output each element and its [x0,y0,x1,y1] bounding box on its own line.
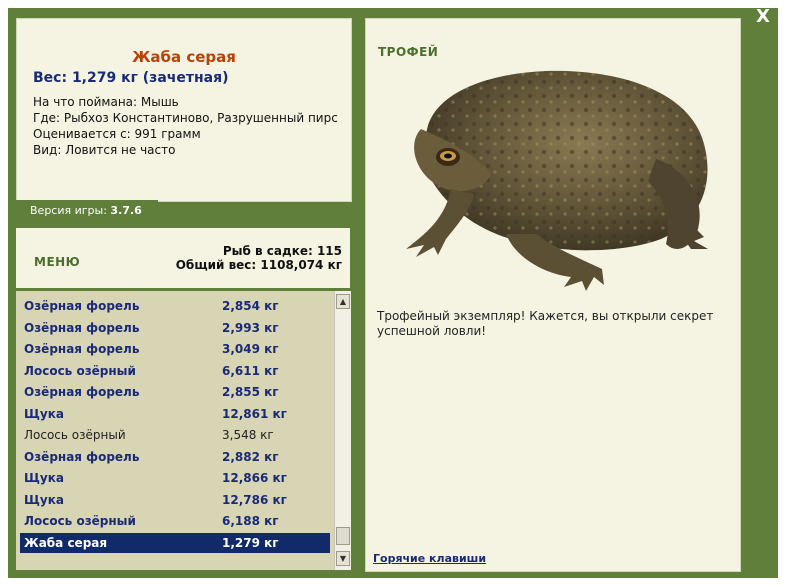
list-item-weight: 2,993 кг [222,320,279,335]
list-item-weight: 12,861 кг [222,406,287,421]
list-item[interactable]: Лосось озёрный 6,188 кг [20,511,330,531]
fish-info-panel: Жаба серая Вес: 1,279 кг (зачетная) На ч… [16,18,352,202]
scrollbar-thumb[interactable] [336,527,350,545]
list-item-name: Щука [24,471,64,485]
list-item-name: Озёрная форель [24,449,140,464]
list-item[interactable]: Озёрная форель 2,854 кг [20,296,330,316]
list-item[interactable]: Озёрная форель 3,049 кг [20,339,330,359]
fish-location: Где: Рыбхоз Константиново, Разрушенный п… [33,111,338,125]
arrow-up-icon[interactable]: ▲ [336,294,350,309]
fish-kind: Вид: Ловится не часто [33,143,176,157]
toad-image [406,70,708,291]
trophy-panel: ТРОФЕЙ Трофейный экземпляр! Кажется, вы … [365,18,741,572]
list-item-name: Лосось озёрный [24,428,126,442]
close-icon[interactable]: X [752,6,774,28]
list-item-weight: 1,279 кг [222,535,279,550]
list-item-weight: 2,882 кг [222,449,279,464]
list-item-weight: 6,188 кг [222,514,279,528]
list-item-name: Озёрная форель [24,299,140,313]
list-item-name: Озёрная форель [24,320,140,335]
fish-title: Жаба серая [132,48,236,66]
list-item[interactable]: Озёрная форель 2,855 кг [20,382,330,402]
version-value: 3.7.6 [110,204,142,217]
list-item-name: Лосось озёрный [24,514,136,528]
cage-stats: Рыб в садке: 115 Общий вес: 1108,074 кг [176,244,342,272]
list-item[interactable]: Щука 12,786 кг [20,490,330,510]
list-item-name: Щука [24,406,64,421]
list-item[interactable]: Лосось озёрный 3,548 кг [20,425,330,445]
list-item-name: Жаба серая [24,535,108,550]
list-item[interactable]: Щука 12,866 кг [20,468,330,488]
list-item[interactable]: Озёрная форель 2,993 кг [20,318,330,338]
fish-valued-from: Оценивается с: 991 грамм [33,127,201,141]
fish-count: Рыб в садке: 115 [222,244,342,258]
list-item-name: Лосось озёрный [24,363,136,378]
version-label: Версия игры: [30,204,107,217]
total-weight: Общий вес: 1108,074 кг [175,258,342,272]
arrow-down-icon[interactable]: ▼ [336,551,350,566]
list-item-name: Озёрная форель [24,385,140,399]
list-item-weight: 12,866 кг [222,471,287,485]
list-item-weight: 6,611 кг [222,363,279,378]
hotkeys-link[interactable]: Горячие клавиши [373,552,486,565]
catch-list-scrollbar[interactable]: ▲ ▼ [334,291,351,570]
list-item[interactable]: Лосось озёрный 6,611 кг [20,361,330,381]
list-item[interactable]: Озёрная форель 2,882 кг [20,447,330,467]
list-item-weight: 12,786 кг [222,492,287,507]
list-item-name: Озёрная форель [24,342,140,356]
catch-list: Озёрная форель 2,854 кг Озёрная форель 2,99… [16,291,334,570]
list-item-selected[interactable]: Жаба серая 1,279 кг [20,532,330,553]
list-item-weight: 2,854 кг [222,299,279,313]
trophy-description: Трофейный экземпляр! Кажется, вы открыли… [377,309,714,338]
fish-weight: Вес: 1,279 кг (зачетная) [33,70,229,86]
list-item-weight: 3,548 кг [222,428,274,442]
list-item-name: Щука [24,492,64,507]
list-item-weight: 2,855 кг [222,385,279,399]
menu-stats-panel: МЕНЮ Рыб в садке: 115 Общий вес: 1108,07… [16,228,350,288]
menu-button[interactable]: МЕНЮ [34,255,80,269]
list-item[interactable]: Щука 12,861 кг [20,404,330,424]
list-item-weight: 3,049 кг [222,342,279,356]
fish-bait: На что поймана: Мышь [33,95,179,109]
fish-details: На что поймана: Мышь Где: Рыбхоз Констан… [33,94,343,158]
game-version-badge: Версия игры: 3.7.6 [16,200,158,221]
trophy-label: ТРОФЕЙ [378,45,439,59]
